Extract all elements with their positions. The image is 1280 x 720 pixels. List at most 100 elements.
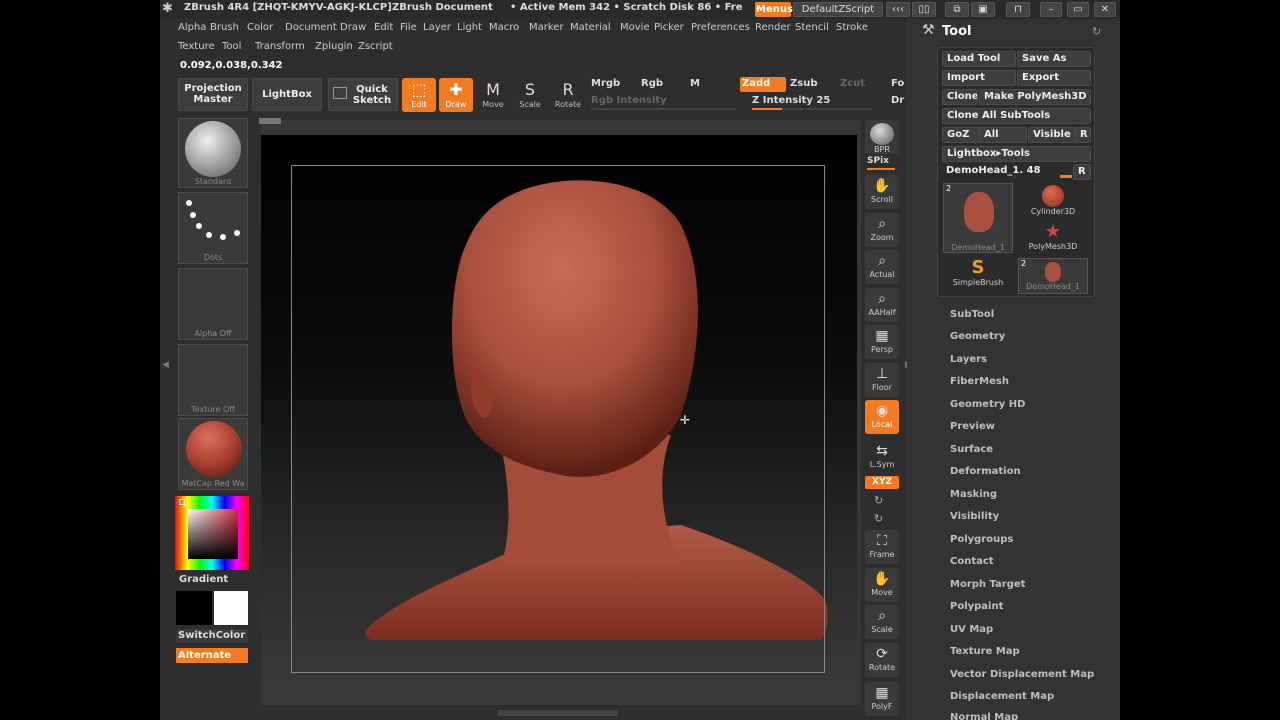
- subpalette-visibility[interactable]: Visibility: [950, 511, 999, 522]
- minimize-icon[interactable]: –: [1040, 2, 1062, 17]
- tool-thumb-demohead-1[interactable]: 2 DemoHead_1: [943, 183, 1013, 253]
- rgb-button[interactable]: Rgb: [641, 78, 663, 89]
- menu-file[interactable]: File: [400, 22, 417, 33]
- subpalette-polygroups[interactable]: Polygroups: [950, 534, 1013, 545]
- ui-save-icon[interactable]: ▣: [971, 2, 995, 17]
- subpalette-polypaint[interactable]: Polypaint: [950, 601, 1003, 612]
- edit-button[interactable]: ⬚ Edit: [402, 78, 436, 112]
- main-color-swatch[interactable]: [176, 591, 212, 625]
- menu-movie[interactable]: Movie: [620, 22, 650, 33]
- subpalette-preview[interactable]: Preview: [950, 421, 995, 432]
- scroll-arrows-icon[interactable]: ‹‹‹: [886, 2, 910, 17]
- subpalette-displacement-map[interactable]: Displacement Map: [950, 691, 1054, 702]
- texture-thumbnail[interactable]: Texture Off: [178, 344, 248, 416]
- tool-thumb-cylinder3d[interactable]: Cylinder3D: [1018, 183, 1088, 219]
- goz-button[interactable]: GoZ: [942, 127, 984, 143]
- current-tool-slider[interactable]: DemoHead_1. 48: [946, 165, 1041, 176]
- ui-layout-icon[interactable]: ⧉: [945, 2, 969, 17]
- subpalette-uv-map[interactable]: UV Map: [950, 624, 993, 635]
- canvas-tab[interactable]: [259, 118, 281, 124]
- bpr-button[interactable]: BPR: [865, 120, 899, 154]
- goz-r-button[interactable]: R: [1075, 127, 1091, 143]
- rotate-z-icon[interactable]: ↻: [874, 512, 883, 525]
- left-tray-arrow-icon[interactable]: ◀: [162, 360, 169, 370]
- subpalette-vector-displacement-map[interactable]: Vector Displacement Map: [950, 669, 1094, 680]
- subpalette-surface[interactable]: Surface: [950, 444, 993, 455]
- maximize-icon[interactable]: ▭: [1067, 2, 1089, 17]
- aahalf-button[interactable]: ⌕ AAHalf: [865, 288, 899, 322]
- menu-edit[interactable]: Edit: [374, 22, 393, 33]
- tool-palette-title[interactable]: Tool: [942, 24, 971, 39]
- save-as-button[interactable]: Save As: [1017, 51, 1091, 67]
- menu-alpha[interactable]: Alpha: [178, 22, 206, 33]
- tool-r-button[interactable]: R: [1073, 164, 1091, 180]
- draw-button[interactable]: ✚ Draw: [439, 78, 473, 112]
- menu-tool[interactable]: Tool: [222, 41, 241, 52]
- alternate-button[interactable]: Alternate: [176, 648, 248, 663]
- clone-button[interactable]: Clone: [942, 89, 978, 105]
- lsym-button[interactable]: ⇆ L.Sym: [865, 440, 899, 474]
- xyz-button[interactable]: XYZ: [865, 476, 899, 489]
- canvas-bottom-scroll[interactable]: [498, 710, 618, 716]
- default-zscript-button[interactable]: DefaultZScript: [793, 2, 883, 17]
- menu-marker[interactable]: Marker: [529, 22, 564, 33]
- color-picker[interactable]: [175, 496, 249, 570]
- rotate-y-icon[interactable]: ↻: [874, 494, 883, 507]
- menu-stencil[interactable]: Stencil: [795, 22, 829, 33]
- refresh-icon[interactable]: ↻: [1092, 25, 1101, 38]
- switch-color-button[interactable]: SwitchColor: [176, 629, 248, 643]
- scale-button[interactable]: S Scale: [513, 78, 547, 112]
- m-button[interactable]: M: [690, 78, 700, 89]
- secondary-color-swatch[interactable]: [214, 591, 248, 625]
- focal-shift-slider[interactable]: Fo: [891, 78, 904, 89]
- gradient-toggle[interactable]: Gradient: [179, 574, 228, 585]
- zadd-button[interactable]: Zadd: [740, 77, 786, 92]
- quick-sketch-button[interactable]: Quick Sketch: [328, 78, 398, 111]
- menu-transform[interactable]: Transform: [255, 41, 305, 52]
- load-tool-button[interactable]: Load Tool: [942, 51, 1016, 67]
- tool-thumb-simplebrush[interactable]: S SimpleBrush: [943, 258, 1013, 294]
- tool-thumb-polymesh3d[interactable]: ★ PolyMesh3D: [1018, 222, 1088, 258]
- menu-zscript[interactable]: Zscript: [358, 41, 393, 52]
- all-button[interactable]: All: [979, 127, 1027, 143]
- rgb-intensity-slider[interactable]: Rgb Intensity: [591, 95, 667, 106]
- floor-button[interactable]: ⊥ Floor: [865, 363, 899, 397]
- tool-thumb-demohead-2[interactable]: 2 DemoHead_1: [1018, 258, 1088, 294]
- menu-layer[interactable]: Layer: [423, 22, 451, 33]
- move-view-button[interactable]: ✋ Move: [865, 568, 899, 602]
- brush-thumbnail[interactable]: Standard: [178, 118, 248, 188]
- menu-preferences[interactable]: Preferences: [691, 22, 750, 33]
- subpalette-fibermesh[interactable]: FiberMesh: [950, 376, 1009, 387]
- menu-light[interactable]: Light: [457, 22, 482, 33]
- move-button[interactable]: M Move: [476, 78, 510, 112]
- persp-button[interactable]: ▦ Persp: [865, 325, 899, 359]
- draw-size-slider[interactable]: Dr: [891, 95, 904, 106]
- close-icon[interactable]: ✕: [1094, 2, 1116, 17]
- frame-button[interactable]: ⛶ Frame: [865, 530, 899, 564]
- subpalette-subtool[interactable]: SubTool: [950, 309, 994, 320]
- make-polymesh3d-button[interactable]: Make PolyMesh3D: [979, 89, 1091, 105]
- subpalette-layers[interactable]: Layers: [950, 354, 987, 365]
- import-button[interactable]: Import: [942, 70, 1016, 86]
- zsub-button[interactable]: Zsub: [790, 78, 817, 89]
- lightbox-button[interactable]: LightBox: [252, 78, 322, 111]
- menu-picker[interactable]: Picker: [654, 22, 684, 33]
- alpha-thumbnail[interactable]: Alpha Off: [178, 268, 248, 340]
- polyf-button[interactable]: ▦ PolyF: [865, 682, 899, 716]
- stroke-thumbnail[interactable]: Dots: [178, 192, 248, 264]
- projection-master-button[interactable]: Projection Master: [178, 78, 248, 111]
- subpalette-geometry[interactable]: Geometry: [950, 331, 1005, 342]
- menu-draw[interactable]: Draw: [340, 22, 366, 33]
- menu-document[interactable]: Document: [285, 22, 337, 33]
- subpalette-normal-map[interactable]: Normal Map: [950, 712, 1018, 720]
- menus-button[interactable]: Menus: [755, 2, 793, 17]
- clone-all-subtools-button[interactable]: Clone All SubTools: [942, 108, 1091, 124]
- menu-render[interactable]: Render: [755, 22, 791, 33]
- menu-stroke[interactable]: Stroke: [836, 22, 868, 33]
- mrgb-button[interactable]: Mrgb: [591, 78, 620, 89]
- subpalette-contact[interactable]: Contact: [950, 556, 994, 567]
- menu-macro[interactable]: Macro: [489, 22, 519, 33]
- actual-button[interactable]: ⌕ Actual: [865, 250, 899, 284]
- rotate-button[interactable]: R Rotate: [551, 78, 585, 112]
- subpalette-texture-map[interactable]: Texture Map: [950, 646, 1020, 657]
